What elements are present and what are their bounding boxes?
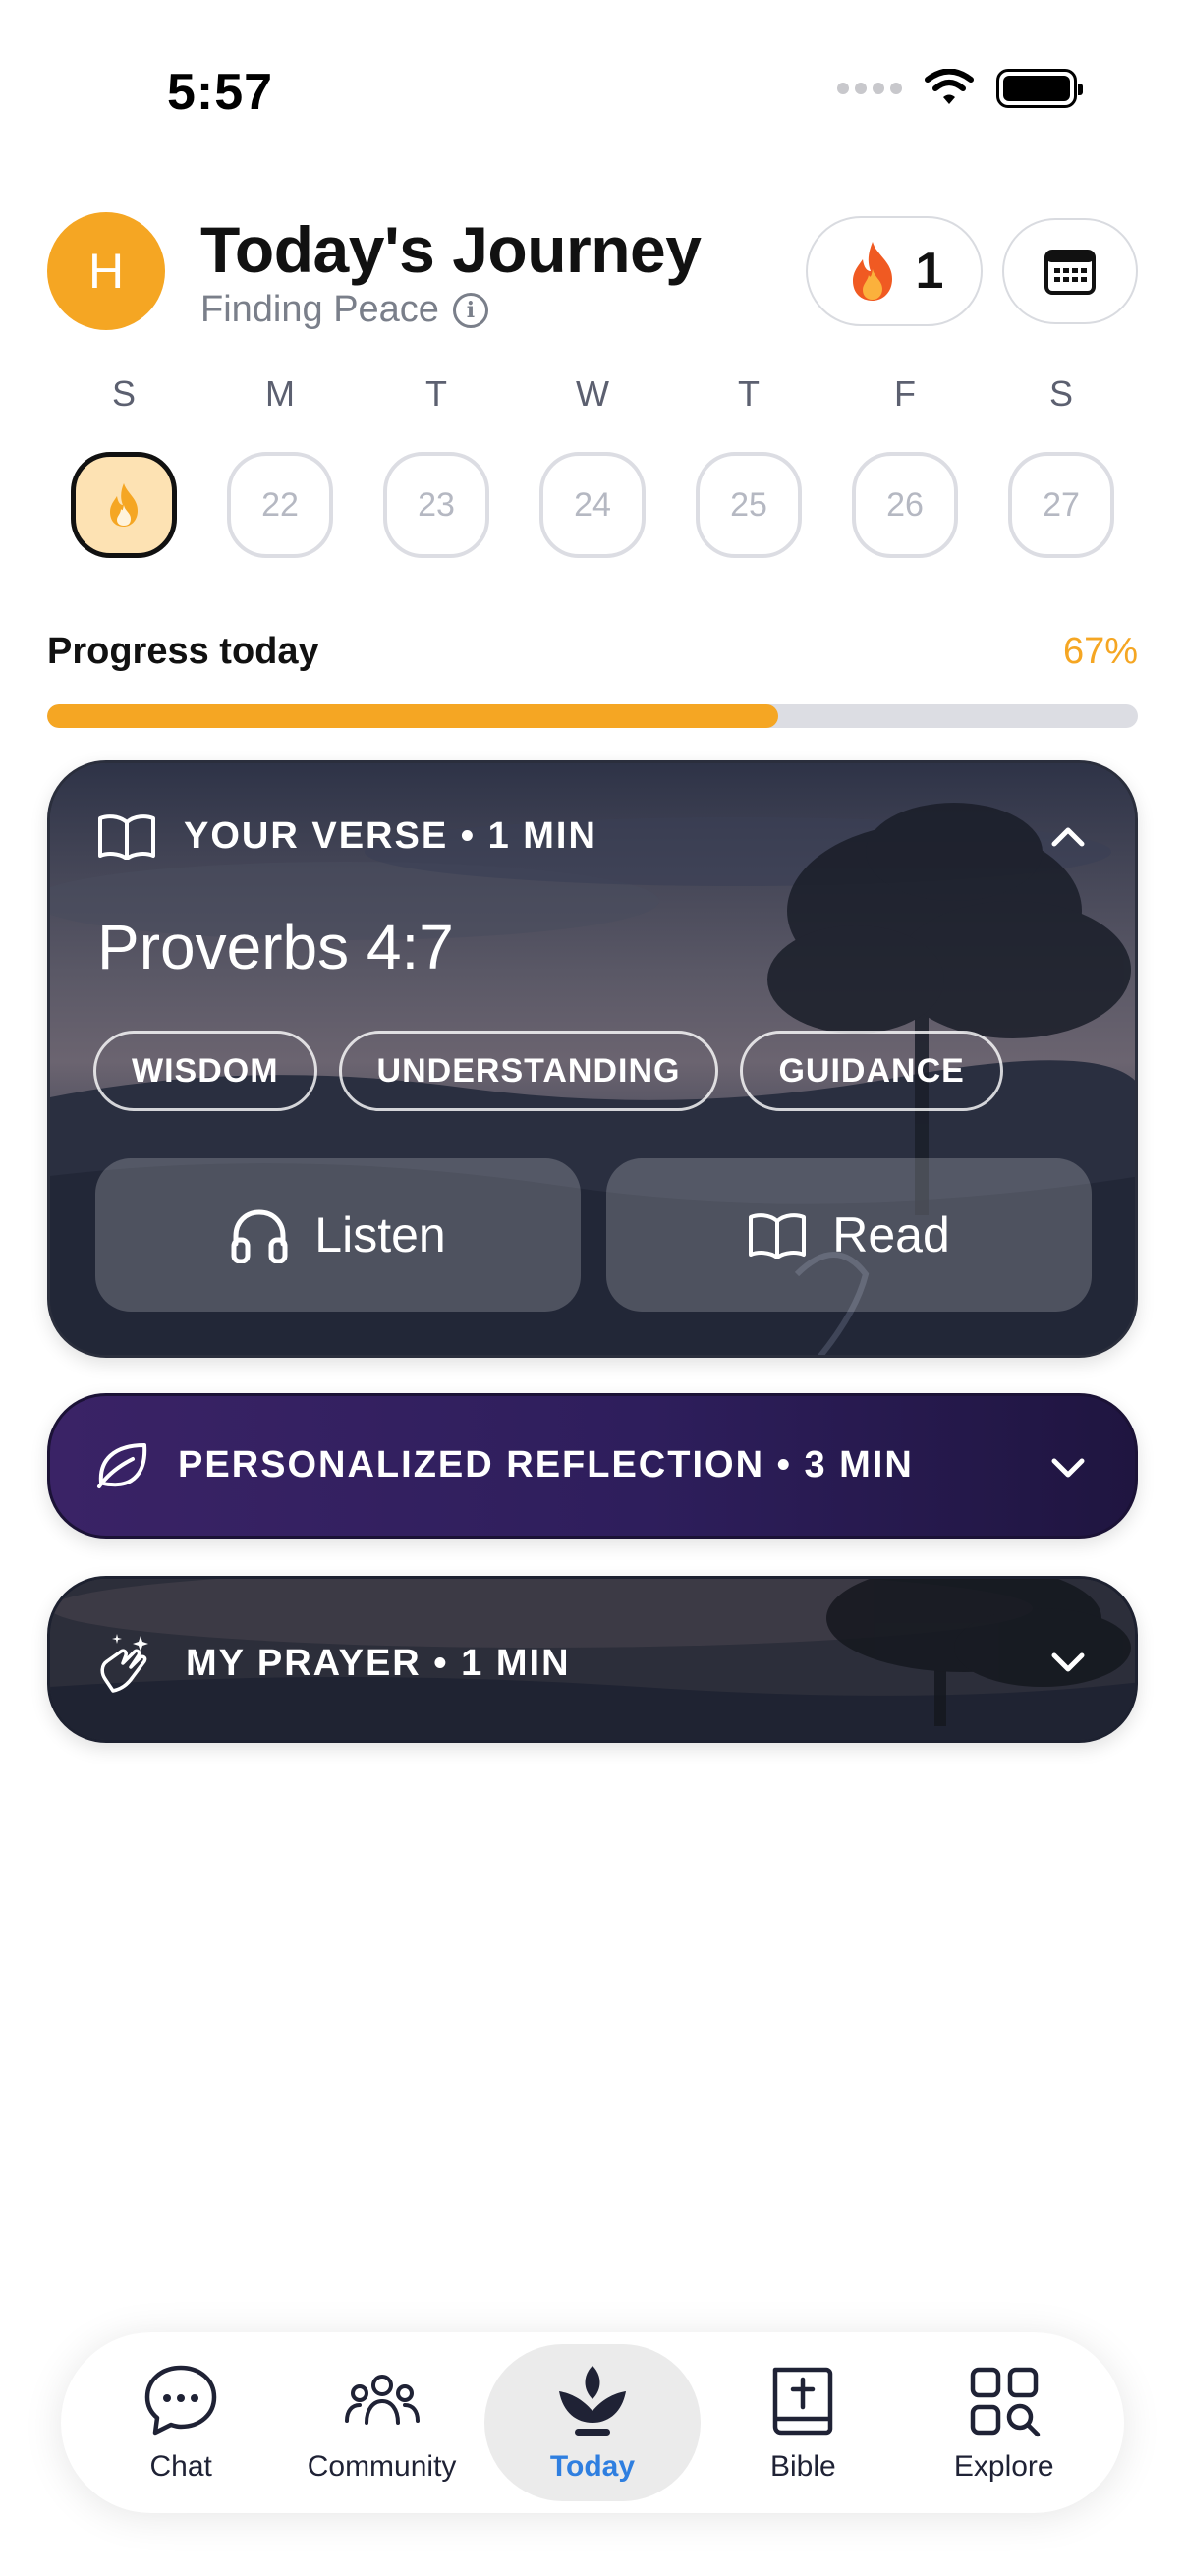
read-button[interactable]: Read — [606, 1158, 1092, 1312]
tab-label: Bible — [770, 2450, 836, 2483]
progress-bar — [47, 704, 1138, 728]
chevron-down-icon[interactable] — [1046, 1640, 1090, 1683]
tab-today[interactable]: Today — [483, 2344, 701, 2501]
wifi-icon — [925, 69, 974, 104]
weekday-label: W — [576, 373, 609, 414]
day-today[interactable] — [71, 452, 177, 558]
streak-button[interactable]: 1 — [806, 216, 983, 326]
tab-chat[interactable]: Chat — [83, 2344, 279, 2501]
day-23[interactable]: 23 — [383, 452, 489, 558]
tab-label: Explore — [953, 2450, 1054, 2483]
progress-bar-fill — [47, 704, 778, 728]
streak-count: 1 — [915, 243, 944, 300]
journey-header: H Today's Journey Finding Peace i 1 — [47, 212, 1138, 330]
calendar-button[interactable] — [1002, 218, 1138, 324]
page-title: Today's Journey — [200, 213, 702, 286]
status-bar: 5:57 — [0, 0, 1185, 187]
verse-card-header[interactable]: YOUR VERSE • 1 MIN — [97, 812, 597, 860]
prayer-card-header: MY PRAYER • 1 MIN — [95, 1632, 571, 1695]
verse-actions: Listen Read — [95, 1158, 1092, 1312]
weekday-label: S — [1048, 373, 1073, 414]
sprout-icon — [558, 2366, 626, 2436]
tab-label: Community — [307, 2450, 457, 2483]
people-icon — [344, 2375, 420, 2425]
weekday-label: M — [265, 373, 295, 414]
praying-hands-icon — [100, 1634, 148, 1693]
chat-bubble-icon — [144, 2365, 217, 2436]
reflection-card[interactable]: PERSONALIZED REFLECTION • 3 MIN — [47, 1393, 1138, 1539]
listen-button[interactable]: Listen — [95, 1158, 581, 1312]
verse-card: YOUR VERSE • 1 MIN Proverbs 4:7 WISDOM U… — [47, 760, 1138, 1358]
status-time: 5:57 — [167, 64, 274, 121]
day-22[interactable]: 22 — [227, 452, 333, 558]
verse-card-title: YOUR VERSE • 1 MIN — [184, 814, 597, 857]
tag-wisdom[interactable]: WISDOM — [93, 1031, 317, 1111]
verse-reference: Proverbs 4:7 — [97, 912, 454, 982]
tab-bible[interactable]: Bible — [705, 2344, 901, 2501]
explore-grid-icon — [970, 2367, 1040, 2437]
verse-tags: WISDOM UNDERSTANDING GUIDANCE — [93, 1031, 1003, 1111]
day-25[interactable]: 25 — [696, 452, 802, 558]
prayer-card-title: MY PRAYER • 1 MIN — [186, 1642, 571, 1684]
progress-section: Progress today 67% — [47, 631, 1138, 728]
tab-explore[interactable]: Explore — [906, 2344, 1102, 2501]
bible-icon — [773, 2367, 833, 2436]
tag-understanding[interactable]: UNDERSTANDING — [338, 1031, 719, 1111]
subtitle-text: Finding Peace — [200, 289, 439, 330]
progress-percent: 67% — [1062, 631, 1138, 672]
week-strip: S M T W T F S 22 23 24 25 26 27 — [47, 373, 1138, 558]
chevron-down-icon[interactable] — [1046, 1445, 1090, 1488]
book-open-icon — [98, 814, 155, 860]
tab-label: Chat — [149, 2450, 212, 2483]
weekday-label: F — [894, 373, 916, 414]
prayer-card[interactable]: MY PRAYER • 1 MIN — [47, 1576, 1138, 1743]
battery-icon — [996, 69, 1083, 108]
day-24[interactable]: 24 — [539, 452, 646, 558]
avatar[interactable]: H — [47, 212, 165, 330]
flame-icon — [852, 242, 892, 301]
weekday-label: T — [425, 373, 447, 414]
progress-label: Progress today — [47, 631, 319, 672]
tab-bar: Chat Community Today Bible Explore — [61, 2332, 1124, 2513]
reflection-card-header: PERSONALIZED REFLECTION • 3 MIN — [95, 1439, 914, 1490]
weekday-label: T — [738, 373, 760, 414]
cellular-signal-icon — [837, 83, 902, 94]
leaf-icon — [97, 1443, 147, 1488]
day-26[interactable]: 26 — [852, 452, 958, 558]
listen-label: Listen — [314, 1207, 446, 1262]
weekday-label: S — [111, 373, 136, 414]
page-subtitle: Finding Peace i — [200, 289, 488, 331]
tab-community[interactable]: Community — [284, 2344, 480, 2501]
day-27[interactable]: 27 — [1008, 452, 1114, 558]
calendar-icon — [1044, 250, 1096, 295]
read-label: Read — [832, 1207, 950, 1262]
book-open-icon — [749, 1213, 807, 1259]
chevron-up-icon[interactable] — [1046, 814, 1090, 858]
tab-label: Today — [549, 2450, 636, 2483]
status-icons — [837, 69, 1083, 108]
reflection-card-title: PERSONALIZED REFLECTION • 3 MIN — [178, 1443, 914, 1485]
tag-guidance[interactable]: GUIDANCE — [740, 1031, 1003, 1111]
flame-icon — [110, 483, 138, 527]
info-icon[interactable]: i — [452, 292, 488, 328]
headphones-icon — [231, 1209, 288, 1263]
